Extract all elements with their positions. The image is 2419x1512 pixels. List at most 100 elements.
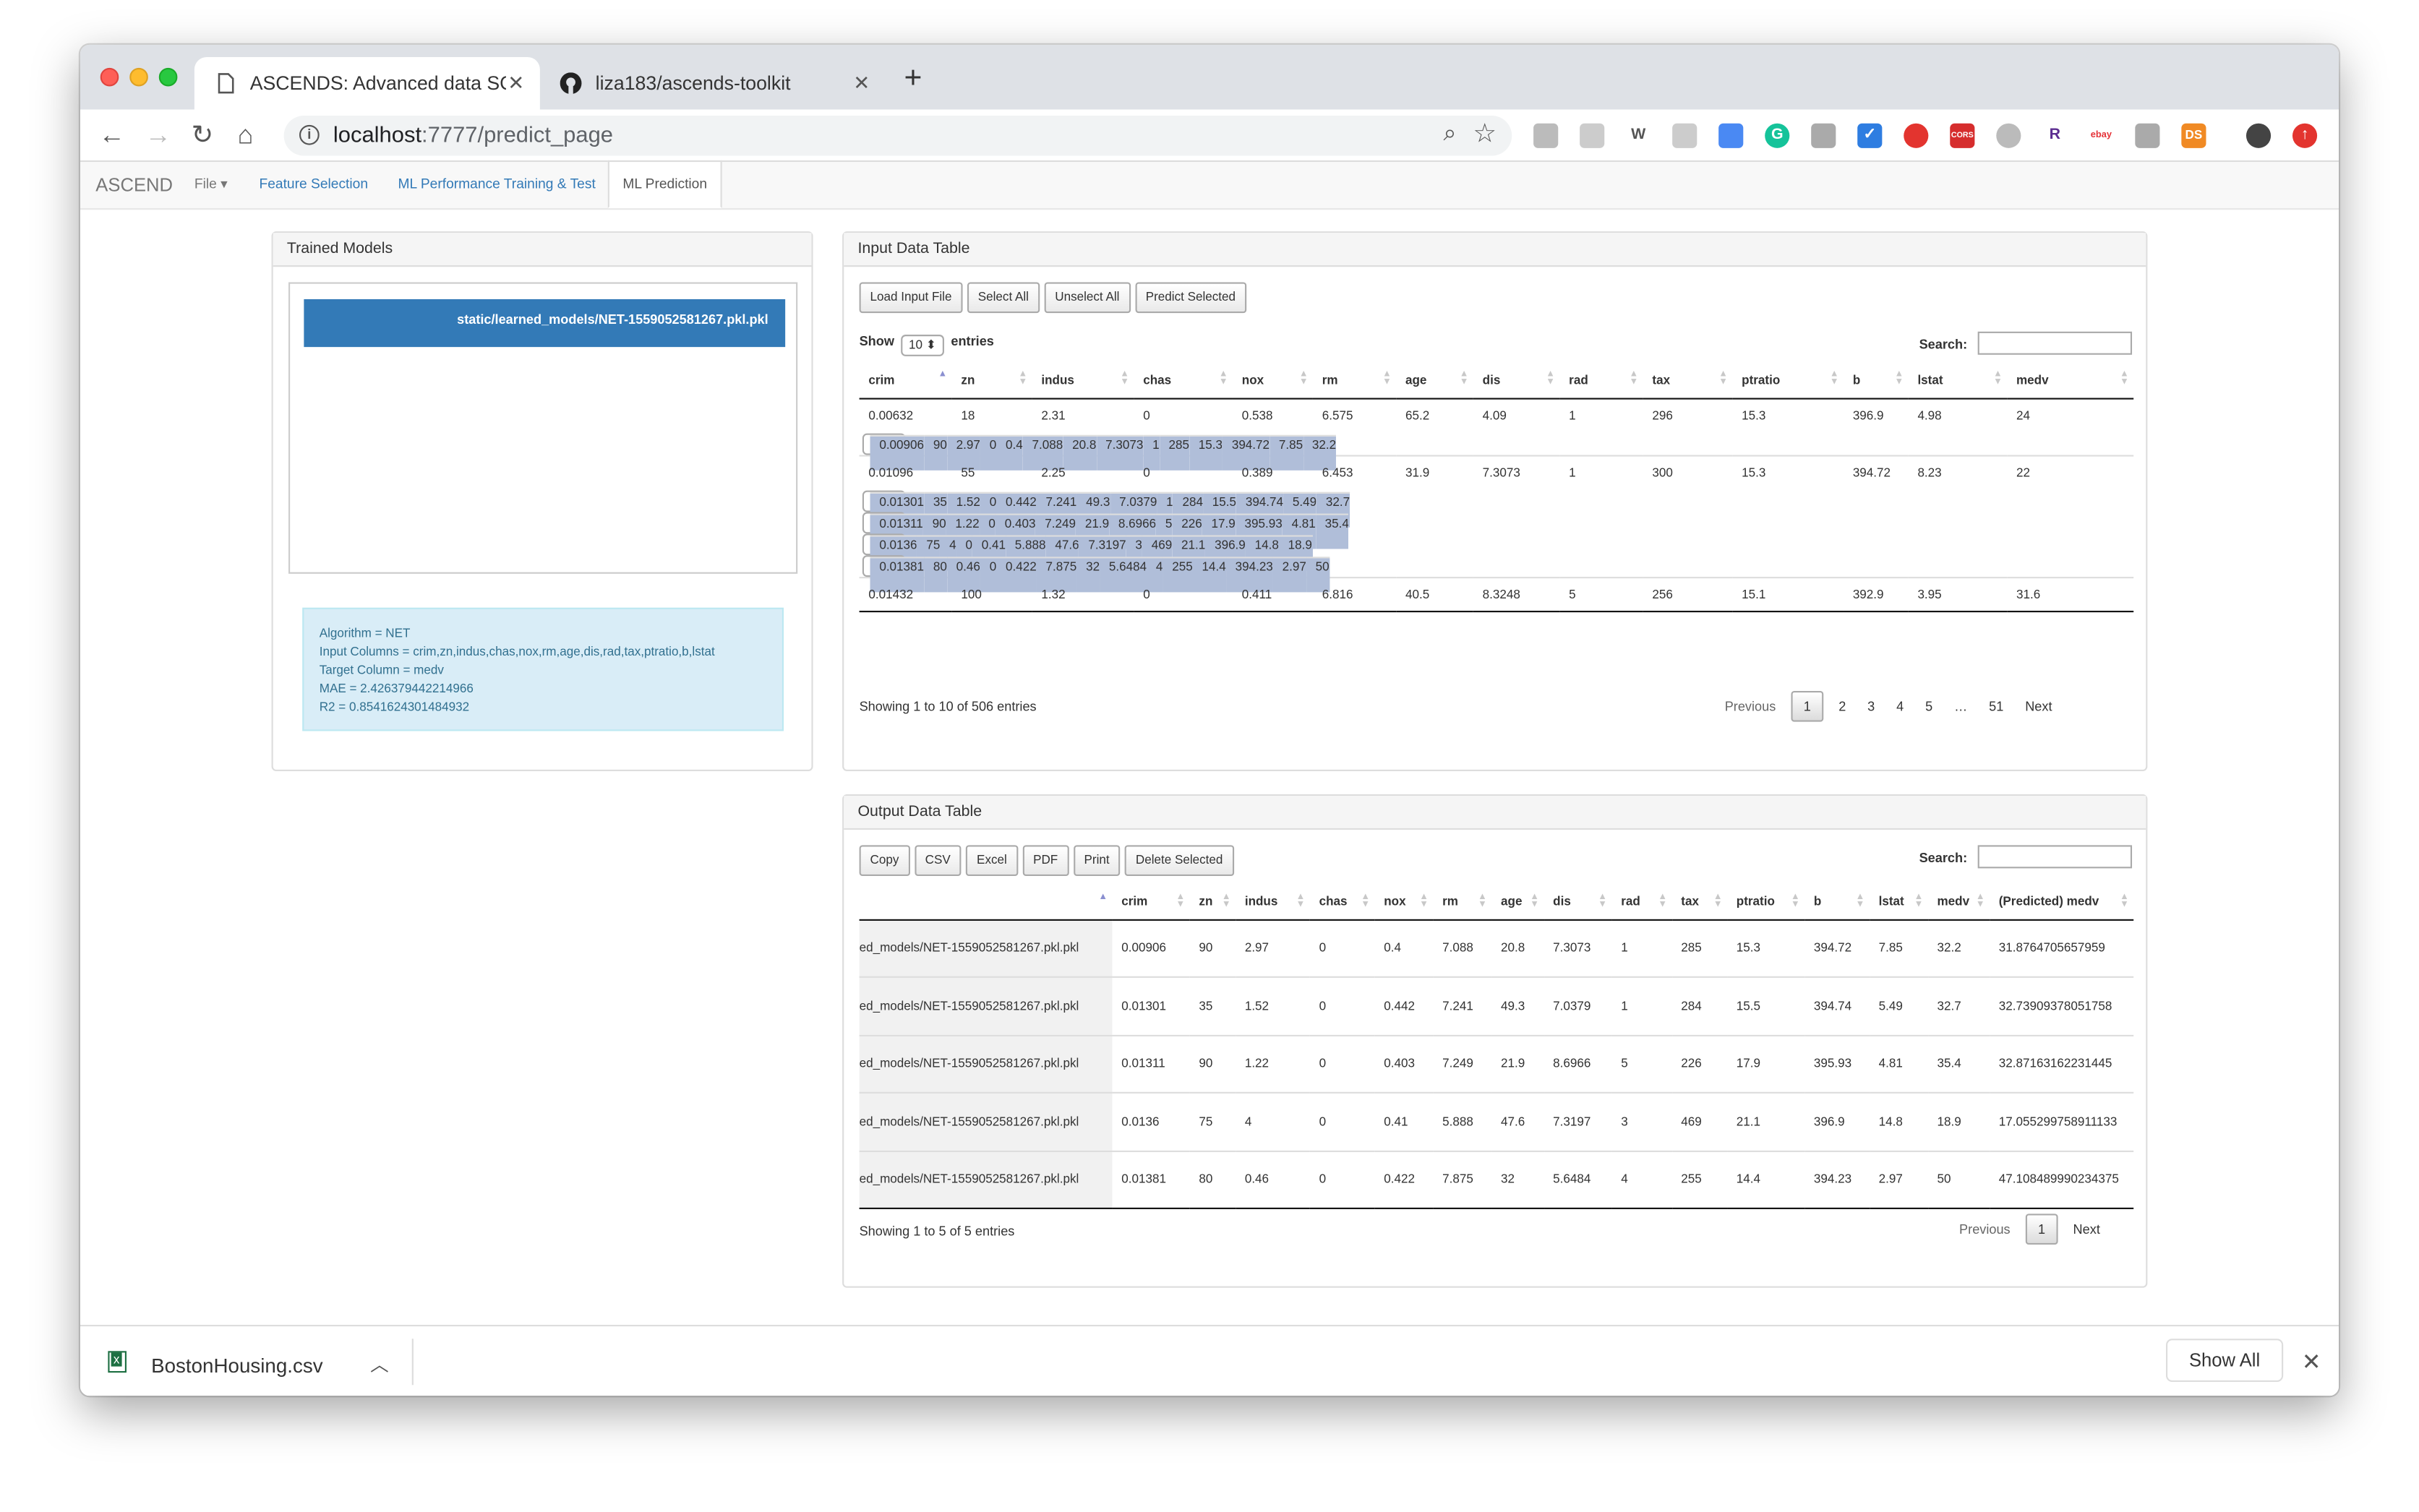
unselect-all-button[interactable]: Unselect All [1044,282,1131,314]
output-search-input[interactable] [1977,845,2133,869]
predict-selected-button[interactable]: Predict Selected [1134,282,1246,314]
maximize-window-button[interactable] [158,67,178,87]
page-1[interactable]: 1 [1791,690,1823,722]
reload-icon[interactable]: ↻ [192,120,213,151]
table-row[interactable]: 0.01381 80 0.46 0 0.422 7.875 32 5.6484 4 255 14.4… [862,554,1330,592]
input-search-input[interactable] [1977,331,2133,355]
column-header-dis[interactable]: dis ▲ ▼ [1473,362,1560,399]
csv-button[interactable]: CSV [914,845,962,877]
column-header-indus[interactable]: indus ▲ ▼ [1032,362,1134,399]
column-header-predicted-medv[interactable]: (Predicted) medv ▲ ▼ [1989,885,2134,920]
url-text[interactable]: localhost:7777/predict_page [333,124,613,148]
r-extension-icon[interactable]: R [2042,124,2067,148]
column-header-zn[interactable]: zn ▲ ▼ [951,362,1032,399]
notification-extension-icon[interactable] [2135,123,2160,148]
table-row[interactable]: ed_models/NET-1559052581267.pkl.pkl 0.009… [859,919,2134,977]
new-tab-button[interactable]: + [904,61,922,97]
delete-selected-button[interactable]: Delete Selected [1124,845,1234,877]
column-header-rm[interactable]: rm ▲ ▼ [1312,362,1397,399]
column-header-crim[interactable]: crim ▲ [859,362,952,399]
column-header-chas[interactable]: chas ▲ ▼ [1134,362,1233,399]
circle-extension-icon[interactable] [1996,123,2021,148]
ebay-extension-icon[interactable]: ebay [2089,124,2113,148]
table-row[interactable]: ed_models/NET-1559052581267.pkl.pkl 0.013… [859,1091,2134,1151]
column-header-rad[interactable]: rad ▲ ▼ [1611,885,1672,920]
page-4[interactable]: 4 [1896,699,1904,714]
address-bar[interactable]: i localhost:7777/predict_page ⌕ ☆ [283,116,1512,156]
table-row[interactable]: 0.00632 18 2.31 0 0.538 6.575 65.2 4.09 1 296 15.3… [860,398,2134,433]
profile-avatar-icon[interactable] [2245,123,2272,148]
load-input-file-button[interactable]: Load Input File [859,282,963,314]
column-header-age[interactable]: age ▲ ▼ [1396,362,1473,399]
table-row[interactable]: ed_models/NET-1559052581267.pkl.pkl 0.013… [859,976,2134,1035]
table-row[interactable]: 0.01301 35 1.52 0 0.442 7.241 49.3 7.0379 1 284 15… [862,489,1350,527]
browser-tab-ascends[interactable]: ASCENDS: Advanced data SCIE ✕ [194,56,540,110]
model-list-item-selected[interactable]: static/learned_models/NET-1559052581267.… [304,298,786,348]
bookmark-star-icon[interactable]: ☆ [1473,119,1497,150]
browser-tab-github[interactable]: liza183/ascends-toolkit ✕ [540,57,886,110]
column-header-medv[interactable]: medv ▲ ▼ [2007,362,2134,399]
minimize-window-button[interactable] [129,67,148,87]
column-header-medv[interactable]: medv ▲ ▼ [1927,885,1990,920]
column-header-lstat[interactable]: lstat ▲ ▼ [1908,362,2008,399]
next-page-button[interactable]: Next [2025,699,2052,714]
page-3[interactable]: 3 [1867,699,1875,714]
table-row[interactable]: 0.00906 90 2.97 0 0.4 7.088 20.8 7.3073 1 285 15.3… [862,432,1337,470]
zoom-icon[interactable]: ⌕ [1443,120,1456,146]
page-51[interactable]: 51 [1989,699,2003,714]
column-header-rad[interactable]: rad ▲ ▼ [1559,362,1643,399]
table-row[interactable]: 0.0136 75 4 0 0.41 5.888 47.6 7.3197 3 469 21.1 396… [862,533,1312,570]
drive-extension-icon[interactable] [1533,123,1559,148]
column-header-ptratio[interactable]: ptratio ▲ ▼ [1732,362,1844,399]
cast-extension-icon[interactable] [1580,123,1605,148]
cors-extension-icon[interactable]: CORS [1950,123,1975,148]
table-row[interactable]: ed_models/NET-1559052581267.pkl.pkl 0.013… [859,1034,2134,1093]
app-brand[interactable]: ASCEND [95,174,173,196]
back-icon[interactable]: ← [99,120,125,151]
column-header-crim[interactable]: crim ▲ ▼ [1112,885,1190,920]
column-header-tax[interactable]: tax ▲ ▼ [1643,362,1733,399]
page-1[interactable]: 1 [2025,1214,2058,1245]
show-all-button[interactable]: Show All [2165,1339,2284,1382]
file-menu[interactable]: File ▾ [194,176,228,192]
grammarly-extension-icon[interactable]: G [1765,123,1790,148]
next-page-button[interactable]: Next [2073,1221,2100,1237]
column-header-model[interactable]: ▲ [859,885,1113,920]
print-button[interactable]: Print [1073,845,1121,877]
update-icon[interactable]: ↑ [2292,123,2318,148]
reader-extension-icon[interactable] [1672,123,1697,148]
column-header-tax[interactable]: tax ▲ ▼ [1671,885,1728,920]
column-header-lstat[interactable]: lstat ▲ ▼ [1869,885,1928,920]
translate-extension-icon[interactable] [1718,123,1744,148]
close-tab-icon[interactable]: ✕ [853,71,870,95]
page-5[interactable]: 5 [1925,699,1932,714]
copy-button[interactable]: Copy [859,845,910,877]
close-icon[interactable]: ✕ [2302,1348,2321,1375]
excel-button[interactable]: Excel [966,845,1018,877]
column-header-indus[interactable]: indus ▲ ▼ [1236,885,1310,920]
nav-ml-performance[interactable]: ML Performance Training & Test [398,176,596,191]
info-icon[interactable]: i [299,124,320,145]
check-extension-icon[interactable]: ✓ [1857,123,1883,148]
column-header-b[interactable]: b ▲ ▼ [1804,885,1870,920]
previous-page-button[interactable]: Previous [1725,699,1776,714]
column-header-ptratio[interactable]: ptratio ▲ ▼ [1727,885,1805,920]
nav-feature-selection[interactable]: Feature Selection [259,176,368,191]
column-header-dis[interactable]: dis ▲ ▼ [1544,885,1612,920]
stop-extension-icon[interactable] [1904,123,1929,148]
entries-length-select[interactable]: 10 ⬍ [901,335,945,356]
download-filename[interactable]: BostonHousing.csv [151,1354,322,1378]
chevron-up-icon[interactable]: ︿ [370,1351,389,1377]
previous-page-button[interactable]: Previous [1959,1221,2011,1237]
ds-extension-icon[interactable]: DS [2181,123,2206,148]
home-icon[interactable]: ⌂ [238,120,254,151]
column-header-rm[interactable]: rm ▲ ▼ [1433,885,1492,920]
pdf-button[interactable]: PDF [1022,845,1069,877]
select-all-button[interactable]: Select All [967,282,1040,314]
column-header-chas[interactable]: chas ▲ ▼ [1309,885,1375,920]
table-row[interactable]: ed_models/NET-1559052581267.pkl.pkl 0.013… [859,1149,2134,1209]
column-header-age[interactable]: age ▲ ▼ [1491,885,1544,920]
column-header-nox[interactable]: nox ▲ ▼ [1232,362,1313,399]
model-list[interactable]: static/learned_models/NET-1559052581267.… [288,282,798,574]
nav-ml-prediction[interactable]: ML Prediction [607,160,722,209]
